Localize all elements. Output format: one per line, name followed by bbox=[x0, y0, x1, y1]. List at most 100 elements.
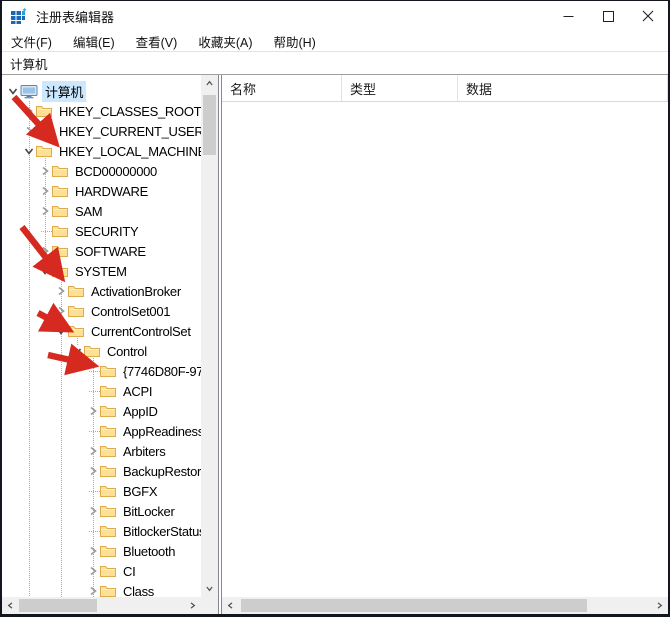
connector-stub bbox=[86, 481, 100, 501]
menu-item[interactable]: 查看(V) bbox=[136, 32, 178, 51]
tree-item-label: HKEY_CURRENT_USER bbox=[56, 123, 201, 140]
tree-item-label: BCD00000000 bbox=[72, 163, 160, 180]
chevron-right-icon[interactable] bbox=[38, 161, 52, 181]
chevron-right-icon[interactable] bbox=[22, 121, 36, 141]
maximize-button[interactable] bbox=[588, 1, 628, 31]
chevron-right-icon[interactable] bbox=[86, 441, 100, 461]
chevron-right-icon[interactable] bbox=[86, 401, 100, 421]
chevron-down-icon[interactable] bbox=[54, 321, 68, 341]
folder-icon bbox=[36, 124, 52, 138]
chevron-right-icon[interactable] bbox=[86, 541, 100, 561]
folder-icon bbox=[100, 384, 116, 398]
scroll-left-arrow-icon[interactable] bbox=[2, 597, 19, 614]
tree-item[interactable]: HKEY_CLASSES_ROOT bbox=[2, 101, 201, 121]
scroll-left-arrow-icon[interactable] bbox=[222, 597, 239, 614]
tree-item[interactable]: ActivationBroker bbox=[2, 281, 184, 301]
chevron-right-icon[interactable] bbox=[54, 301, 68, 321]
tree-item[interactable]: AppID bbox=[2, 401, 161, 421]
chevron-right-icon[interactable] bbox=[54, 281, 68, 301]
tree-item[interactable]: ControlSet001 bbox=[2, 301, 173, 321]
chevron-right-icon[interactable] bbox=[86, 581, 100, 597]
tree-item[interactable]: HKEY_CURRENT_USER bbox=[2, 121, 201, 141]
close-button[interactable] bbox=[628, 1, 668, 31]
tree-item-label: SECURITY bbox=[72, 223, 141, 240]
menu-bar: 文件(F) 编辑(E) 查看(V) 收藏夹(A) 帮助(H) bbox=[2, 31, 668, 52]
tree-item[interactable]: Control bbox=[2, 341, 150, 361]
folder-icon bbox=[68, 304, 84, 318]
tree-item-label: Bluetooth bbox=[120, 543, 178, 560]
tree-item[interactable]: CI bbox=[2, 561, 138, 581]
chevron-right-icon[interactable] bbox=[22, 101, 36, 121]
chevron-down-icon[interactable] bbox=[6, 81, 20, 101]
chevron-down-icon[interactable] bbox=[38, 261, 52, 281]
menu-item[interactable]: 编辑(E) bbox=[73, 32, 115, 51]
folder-icon bbox=[100, 404, 116, 418]
column-header[interactable]: 类型 bbox=[342, 75, 458, 101]
main-area: 计算机HKEY_CLASSES_ROOT HKEY_CURRENT_USER HKE… bbox=[2, 75, 668, 614]
tree-item[interactable]: HKEY_LOCAL_MACHINE bbox=[2, 141, 201, 161]
tree-item-label: CI bbox=[120, 563, 138, 580]
menu-item[interactable]: 帮助(H) bbox=[273, 32, 315, 51]
menu-item[interactable]: 文件(F) bbox=[11, 32, 52, 51]
tree-item[interactable]: 计算机 bbox=[2, 81, 86, 101]
tree-item[interactable]: SOFTWARE bbox=[2, 241, 149, 261]
tree-item[interactable]: BCD00000000 bbox=[2, 161, 160, 181]
chevron-right-icon[interactable] bbox=[38, 181, 52, 201]
tree-item[interactable]: CurrentControlSet bbox=[2, 321, 194, 341]
chevron-right-icon[interactable] bbox=[86, 461, 100, 481]
column-header[interactable]: 数据 bbox=[458, 75, 668, 101]
tree-item-label: 计算机 bbox=[42, 81, 86, 102]
column-header[interactable]: 名称 bbox=[222, 75, 342, 101]
tree-item[interactable]: ACPI bbox=[2, 381, 155, 401]
chevron-right-icon[interactable] bbox=[38, 201, 52, 221]
tree-item-label: BitlockerStatus bbox=[120, 523, 201, 540]
tree-item[interactable]: SAM bbox=[2, 201, 105, 221]
tree-rows: 计算机HKEY_CLASSES_ROOT HKEY_CURRENT_USER HKE… bbox=[2, 75, 201, 597]
folder-icon bbox=[52, 204, 68, 218]
scroll-right-arrow-icon[interactable] bbox=[651, 597, 668, 614]
connector-stub bbox=[86, 381, 100, 401]
registry-tree-pane[interactable]: 计算机HKEY_CLASSES_ROOT HKEY_CURRENT_USER HKE… bbox=[2, 75, 218, 614]
tree-item[interactable]: BitlockerStatus bbox=[2, 521, 201, 541]
tree-item[interactable]: {7746D80F-97 bbox=[2, 361, 201, 381]
tree-item-label: AppReadiness bbox=[120, 423, 201, 440]
tree-item-label: HKEY_LOCAL_MACHINE bbox=[56, 143, 201, 160]
folder-icon bbox=[100, 464, 116, 478]
chevron-down-icon[interactable] bbox=[70, 341, 84, 361]
list-hscroll-thumb[interactable] bbox=[241, 599, 587, 612]
folder-icon bbox=[100, 504, 116, 518]
tree-item[interactable]: SECURITY bbox=[2, 221, 141, 241]
chevron-right-icon[interactable] bbox=[38, 241, 52, 261]
folder-icon bbox=[100, 584, 116, 597]
tree-hscroll-thumb[interactable] bbox=[19, 599, 97, 612]
tree-item[interactable]: Class bbox=[2, 581, 157, 597]
connector-stub bbox=[38, 221, 52, 241]
tree-item[interactable]: Bluetooth bbox=[2, 541, 178, 561]
chevron-right-icon[interactable] bbox=[86, 561, 100, 581]
tree-item-label: ControlSet001 bbox=[88, 303, 173, 320]
tree-item[interactable]: HARDWARE bbox=[2, 181, 151, 201]
tree-vscroll-thumb[interactable] bbox=[203, 95, 216, 155]
tree-item[interactable]: SYSTEM bbox=[2, 261, 130, 281]
tree-item-label: Class bbox=[120, 583, 157, 598]
address-bar-input[interactable]: 计算机 bbox=[2, 53, 668, 75]
tree-item-label: BGFX bbox=[120, 483, 160, 500]
folder-icon bbox=[52, 244, 68, 258]
chevron-down-icon[interactable] bbox=[22, 141, 36, 161]
scroll-right-arrow-icon[interactable] bbox=[184, 597, 201, 614]
chevron-right-icon[interactable] bbox=[86, 501, 100, 521]
scrollbar-corner bbox=[201, 597, 218, 614]
scroll-down-arrow-icon[interactable] bbox=[201, 580, 218, 597]
tree-item[interactable]: BGFX bbox=[2, 481, 160, 501]
values-list-pane[interactable]: 名称类型数据 bbox=[222, 75, 668, 614]
tree-item-label: {7746D80F-97 bbox=[120, 363, 201, 380]
window-title: 注册表编辑器 bbox=[36, 7, 114, 26]
menu-item[interactable]: 收藏夹(A) bbox=[198, 32, 252, 51]
tree-item[interactable]: BackupRestore bbox=[2, 461, 201, 481]
scroll-up-arrow-icon[interactable] bbox=[201, 75, 218, 92]
list-pane-body[interactable] bbox=[222, 102, 668, 597]
tree-item[interactable]: Arbiters bbox=[2, 441, 168, 461]
tree-item[interactable]: AppReadiness bbox=[2, 421, 201, 441]
minimize-button[interactable] bbox=[548, 1, 588, 31]
tree-item[interactable]: BitLocker bbox=[2, 501, 178, 521]
